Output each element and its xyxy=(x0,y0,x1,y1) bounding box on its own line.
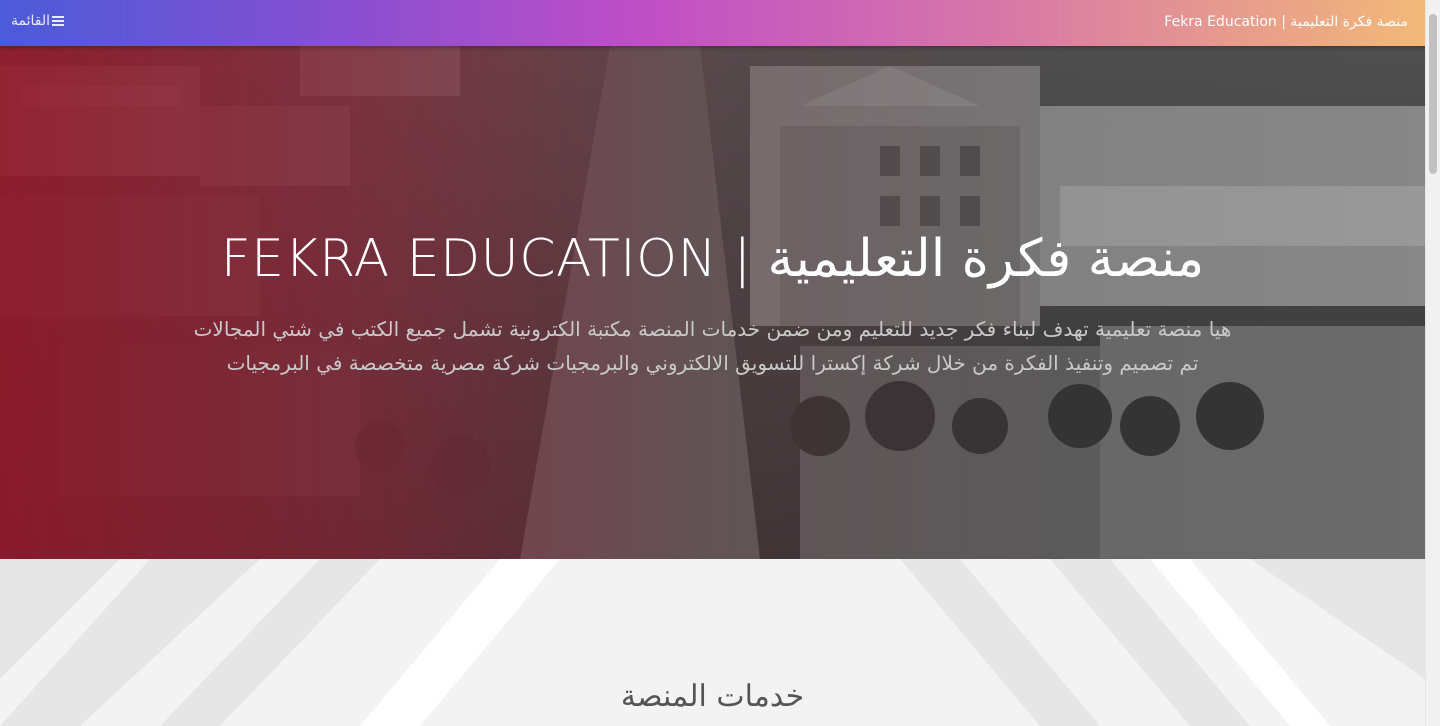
page-scrollbar[interactable] xyxy=(1425,0,1440,726)
services-section: خدمات المنصة xyxy=(0,559,1425,726)
menu-label: القائمة xyxy=(11,13,50,29)
hero-description: هيا منصة تعليمية تهدف لبناء فكر جديد للت… xyxy=(100,312,1325,380)
hero-title: منصة فكرة التعليمية | FEKRA EDUCATION xyxy=(220,229,1205,289)
bars-icon xyxy=(52,16,64,26)
hero-section: منصة فكرة التعليمية | FEKRA EDUCATION هي… xyxy=(0,46,1425,559)
menu-toggle-button[interactable]: القائمة xyxy=(11,12,64,30)
hero-description-line-1: هيا منصة تعليمية تهدف لبناء فكر جديد للت… xyxy=(193,317,1232,341)
brand-link[interactable]: منصة فكرة التعليمية | Fekra Education xyxy=(1164,13,1408,31)
hero-description-line-2: تم تصميم وتنفيذ الفكرة من خلال شركة إكست… xyxy=(226,351,1199,375)
scrollbar-thumb[interactable] xyxy=(1429,14,1437,174)
hero-color-overlay xyxy=(0,46,1425,559)
services-title: خدمات المنصة xyxy=(620,679,805,714)
top-navbar: القائمة منصة فكرة التعليمية | Fekra Educ… xyxy=(0,0,1425,46)
page: القائمة منصة فكرة التعليمية | Fekra Educ… xyxy=(0,0,1425,726)
